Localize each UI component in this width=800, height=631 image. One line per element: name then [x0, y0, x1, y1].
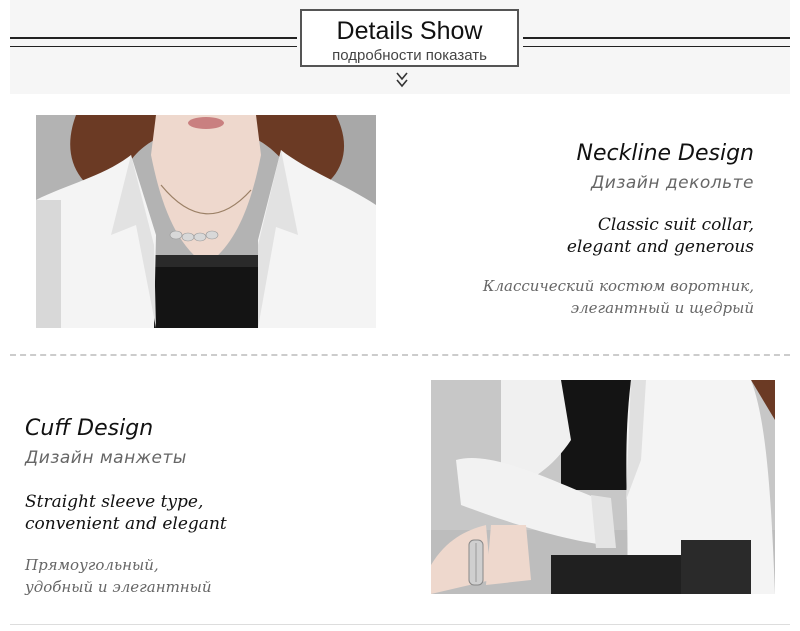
- title-box: Details Show подробности показать: [300, 9, 519, 67]
- page-subtitle: подробности показать: [332, 47, 487, 64]
- neckline-description-line-2: elegant and generous: [566, 237, 754, 257]
- header-rule-left-bottom: [10, 46, 297, 47]
- cuff-title-ru: Дизайн манжеты: [25, 448, 187, 468]
- cuff-description-ru-line-1: Прямоугольный,: [25, 556, 159, 574]
- cuff-description-ru-line-2: удобный и элегантный: [25, 578, 212, 596]
- bottom-border: [10, 624, 790, 625]
- cuff-photo: [431, 380, 775, 594]
- details-header: Details Show подробности показать: [0, 0, 800, 94]
- neckline-description-line-1: Classic suit collar,: [597, 215, 754, 235]
- cuff-title: Cuff Design: [25, 416, 154, 441]
- page-title: Details Show: [336, 17, 483, 45]
- header-rule-left-top: [10, 37, 297, 39]
- header-rule-right-bottom: [523, 46, 790, 47]
- header-rule-right-top: [523, 37, 790, 39]
- neckline-photo: [36, 115, 376, 328]
- neckline-description-ru-line-1: Классический костюм воротник,: [482, 277, 754, 295]
- cuff-description-line-2: convenient and elegant: [25, 514, 227, 534]
- section-divider: [10, 354, 790, 356]
- neckline-title-ru: Дизайн декольте: [591, 173, 754, 193]
- double-chevron-down-icon: [396, 72, 408, 88]
- product-detail-page: Details Show подробности показать Neckli…: [0, 0, 800, 631]
- cuff-description-line-1: Straight sleeve type,: [25, 492, 204, 512]
- neckline-title: Neckline Design: [576, 141, 754, 166]
- neckline-description-ru-line-2: элегантный и щедрый: [570, 299, 754, 317]
